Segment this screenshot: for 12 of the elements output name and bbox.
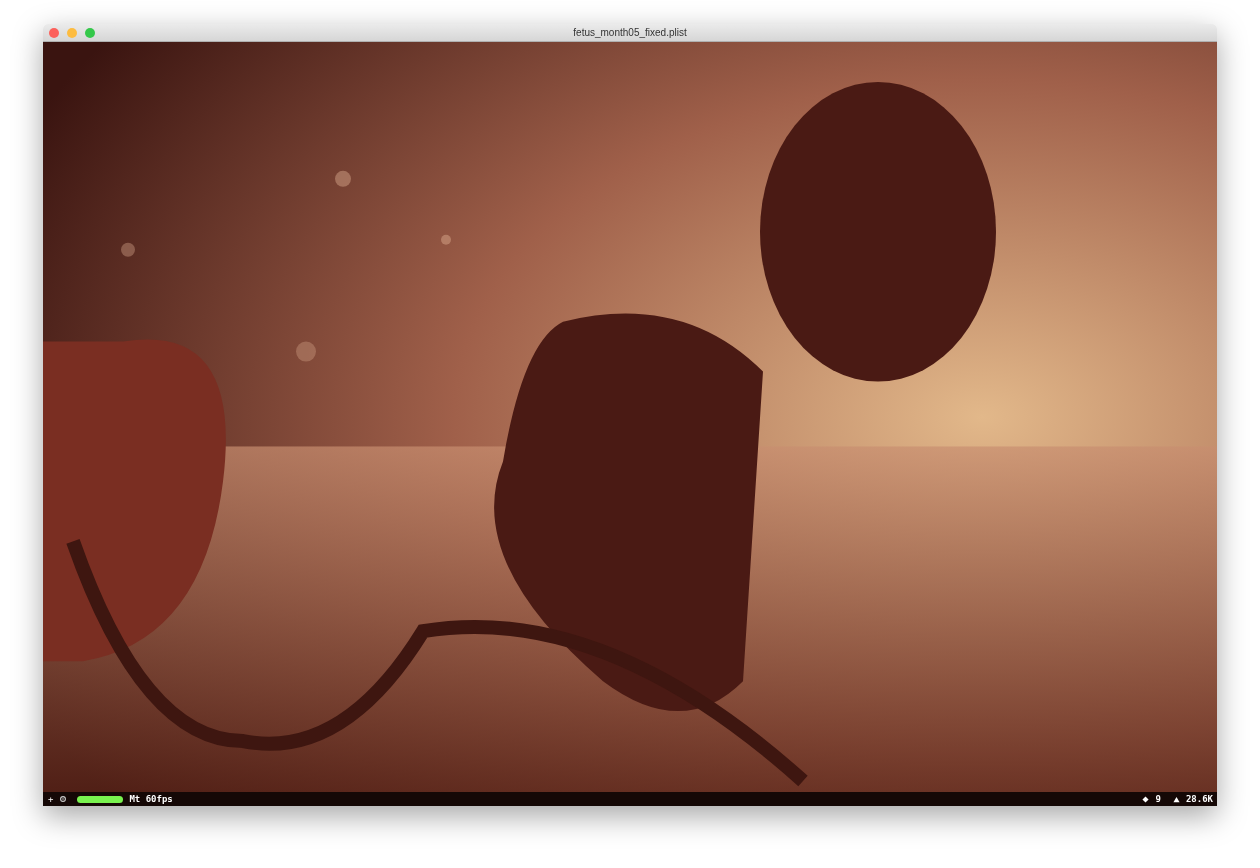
frame-rate: Mt 60fps: [129, 793, 173, 805]
close-button[interactable]: [49, 27, 59, 38]
triangle-count: 28.6K: [1185, 793, 1213, 805]
minimize-button[interactable]: [67, 27, 77, 38]
add-button[interactable]: +: [48, 793, 54, 805]
zoom-button[interactable]: [85, 27, 95, 38]
performance-bar: [77, 795, 124, 803]
settings-icon[interactable]: [59, 795, 68, 803]
triangle-icon: [1172, 795, 1180, 803]
diamond-icon: [1142, 795, 1150, 803]
node-count: 9: [1155, 793, 1161, 805]
window-title: fetus_month05_fixed.plist: [573, 27, 687, 38]
